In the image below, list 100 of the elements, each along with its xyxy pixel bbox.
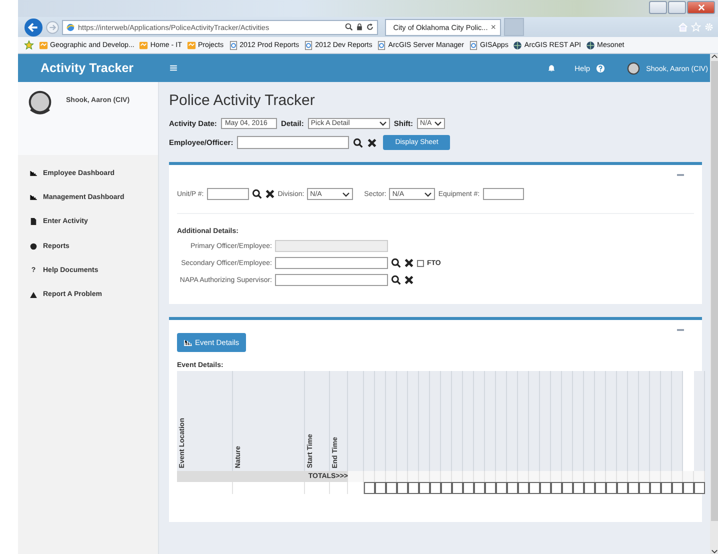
table-cell	[375, 471, 386, 482]
star-icon[interactable]	[691, 22, 701, 32]
help-icon[interactable]	[596, 64, 606, 72]
column-checkbox[interactable]	[485, 482, 496, 494]
table-cell	[518, 471, 529, 482]
globe-icon	[586, 40, 596, 50]
folder-icon	[139, 40, 148, 50]
table-cell	[496, 471, 507, 482]
column-checkbox[interactable]	[408, 482, 419, 494]
table-cell	[694, 471, 705, 482]
search-icon[interactable]	[391, 258, 401, 268]
column-checkbox[interactable]	[584, 482, 595, 494]
column-checkbox[interactable]	[375, 482, 386, 494]
table-cell	[463, 471, 474, 482]
table-cell	[452, 471, 463, 482]
search-icon[interactable]	[345, 23, 353, 31]
column-checkbox[interactable]	[694, 482, 705, 494]
warning-icon	[30, 292, 37, 298]
column-checkbox[interactable]	[606, 482, 617, 494]
search-icon[interactable]	[391, 275, 401, 285]
clear-icon[interactable]	[264, 189, 275, 199]
column-checkbox[interactable]	[573, 482, 584, 494]
column-checkbox[interactable]	[551, 482, 562, 494]
maximize-button[interactable]	[668, 1, 686, 14]
tab-close-button[interactable]: ×	[490, 22, 496, 32]
table-cell	[617, 471, 628, 482]
table-cell	[419, 471, 430, 482]
column-checkbox[interactable]	[518, 482, 529, 494]
chart-icon	[30, 170, 37, 176]
table-cell	[639, 471, 650, 482]
column-checkbox[interactable]	[496, 482, 507, 494]
column-checkbox[interactable]	[529, 482, 540, 494]
clear-icon[interactable]	[404, 258, 414, 268]
search-icon[interactable]	[353, 138, 364, 148]
column-checkbox[interactable]	[441, 482, 452, 494]
column-checkbox[interactable]	[672, 482, 683, 494]
favorites-star-icon[interactable]	[24, 40, 34, 50]
column-checkbox[interactable]	[562, 482, 573, 494]
chevron-down-icon	[342, 192, 350, 196]
officer-field[interactable]	[275, 257, 388, 269]
scroll-down-icon[interactable]	[710, 549, 718, 554]
column-checkbox[interactable]	[595, 482, 606, 494]
scroll-up-icon[interactable]	[710, 54, 718, 59]
back-button[interactable]	[24, 18, 43, 36]
table-cell	[661, 471, 672, 482]
folder-icon	[186, 40, 196, 50]
column-checkbox[interactable]	[639, 482, 650, 494]
column-checkbox[interactable]	[452, 482, 463, 494]
column-checkbox[interactable]	[463, 482, 474, 494]
menu-icon[interactable]	[170, 65, 177, 71]
table-cell	[628, 471, 639, 482]
bell-icon[interactable]	[548, 64, 555, 72]
table-cell	[650, 471, 661, 482]
table-cell	[606, 471, 617, 482]
table-cell	[485, 471, 496, 482]
table-cell	[386, 471, 397, 482]
close-button[interactable]	[687, 1, 715, 14]
fto-checkbox[interactable]	[417, 260, 424, 266]
clear-icon[interactable]	[367, 138, 378, 148]
chevron-down-icon	[378, 121, 387, 126]
column-checkbox[interactable]	[419, 482, 430, 494]
table-cell	[595, 471, 606, 482]
minimize-button[interactable]	[649, 1, 667, 14]
table-cell	[584, 471, 595, 482]
column-checkbox[interactable]	[617, 482, 628, 494]
column-checkbox[interactable]	[650, 482, 661, 494]
refresh-icon[interactable]	[366, 23, 374, 31]
table-cell	[507, 471, 518, 482]
column-checkbox[interactable]	[628, 482, 639, 494]
circle-icon	[30, 242, 37, 250]
column-checkbox[interactable]	[661, 482, 672, 494]
table-cell	[441, 471, 452, 482]
table-cell	[529, 471, 540, 482]
table-cell	[397, 471, 408, 482]
table-cell	[474, 471, 485, 482]
chart-icon	[184, 340, 192, 346]
search-icon[interactable]	[252, 189, 262, 199]
unit-field[interactable]	[206, 188, 249, 200]
officer-field[interactable]	[275, 274, 388, 286]
column-checkbox[interactable]	[397, 482, 408, 494]
close-icon	[698, 4, 704, 11]
file-icon	[30, 218, 37, 226]
column-checkbox[interactable]	[540, 482, 551, 494]
avatar-icon[interactable]	[627, 62, 640, 74]
app-title[interactable]: Activity Tracker	[18, 61, 156, 75]
equipment-field[interactable]	[482, 188, 524, 200]
table-cell	[573, 471, 584, 482]
column-checkbox[interactable]	[386, 482, 397, 494]
column-checkbox[interactable]	[683, 482, 694, 494]
employee-field[interactable]	[237, 136, 350, 149]
column-checkbox[interactable]	[474, 482, 485, 494]
table-cell	[540, 471, 551, 482]
column-checkbox[interactable]	[364, 482, 375, 494]
page-title: Police Activity Tracker	[169, 92, 316, 111]
column-checkbox[interactable]	[430, 482, 441, 494]
table-cell	[364, 471, 375, 482]
scrollbar[interactable]	[710, 54, 718, 554]
clear-icon[interactable]	[404, 275, 414, 285]
column-checkbox[interactable]	[507, 482, 518, 494]
chevron-down-icon	[434, 121, 442, 126]
